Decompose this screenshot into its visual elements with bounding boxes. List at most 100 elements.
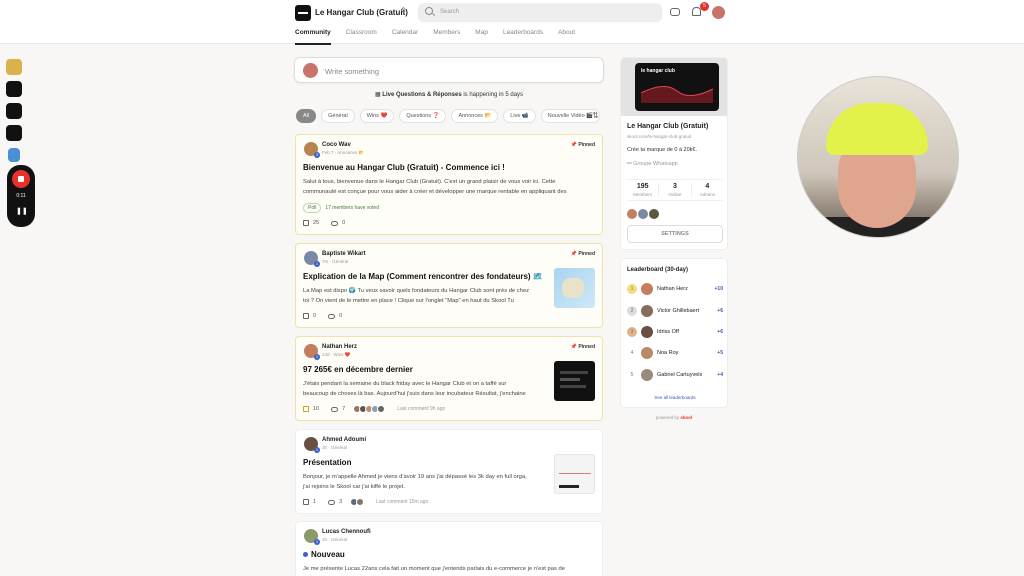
webcam-bubble[interactable] bbox=[797, 76, 959, 238]
post-title[interactable]: Bienvenue au Hangar Club (Gratuit) - Com… bbox=[303, 163, 505, 172]
filter-annonces[interactable]: Annonces 📂 bbox=[451, 109, 499, 123]
pinned-label: 📌 Pinned bbox=[571, 142, 595, 148]
post-card[interactable]: 1 Baptiste Wikart 7m · Général 📌 Pinned … bbox=[295, 243, 603, 328]
post-card[interactable]: 3 Coco Wav Feb 7 · Annonces 📂 📌 Pinned B… bbox=[295, 134, 603, 235]
stop-record-button[interactable] bbox=[12, 170, 30, 188]
leader-name: Gabriel Cartuyvels bbox=[657, 372, 703, 378]
settings-button[interactable]: SETTINGS bbox=[627, 225, 723, 243]
stat-online[interactable]: 3 Online bbox=[659, 183, 692, 197]
filter-wins[interactable]: Wins ❤️ bbox=[359, 109, 395, 123]
new-dot-icon bbox=[303, 552, 308, 557]
post-thumbnail-dashboard[interactable] bbox=[554, 361, 595, 401]
tab-leaderboards[interactable]: Leaderboards bbox=[503, 29, 543, 45]
post-thumbnail-chart[interactable] bbox=[554, 454, 595, 494]
like-icon[interactable] bbox=[303, 220, 309, 226]
post-author[interactable]: Nathan Herz bbox=[322, 344, 357, 350]
avatar[interactable] bbox=[627, 209, 637, 219]
whatsapp-text: Groupe Whatsapp bbox=[633, 161, 678, 167]
post-author[interactable]: Baptiste Wikart bbox=[322, 251, 366, 257]
club-switcher-chevron-icon[interactable]: ⇕ bbox=[400, 6, 407, 15]
stat-label: Members bbox=[633, 192, 653, 197]
poll-row[interactable]: Poll 17 members have voted bbox=[303, 203, 379, 213]
comment-icon[interactable] bbox=[328, 313, 336, 319]
post-actions: 10 7 Last comment 9h ago bbox=[303, 405, 445, 413]
leaderboard-row[interactable]: 1 Nathan Herz +10 bbox=[627, 283, 723, 295]
like-icon[interactable] bbox=[303, 313, 309, 319]
post-author[interactable]: Coco Wav bbox=[322, 142, 351, 148]
post-author[interactable]: Lucas Chennoufi bbox=[322, 529, 371, 535]
avatar bbox=[641, 369, 653, 381]
tab-calendar[interactable]: Calendar bbox=[392, 29, 418, 45]
notification-badge: 5 bbox=[700, 2, 709, 11]
filter-questions[interactable]: Questions ❓ bbox=[399, 109, 447, 123]
filter-live[interactable]: Live 📹 bbox=[503, 109, 536, 123]
filter-all[interactable]: All bbox=[296, 109, 317, 123]
filter-settings-icon[interactable]: ⇅ bbox=[590, 110, 601, 121]
pause-icon[interactable]: ❚❚ bbox=[16, 207, 28, 217]
group-url[interactable]: skool.com/le-hangar-club-gratuit bbox=[627, 134, 691, 139]
club-name[interactable]: Le Hangar Club (Gratuit) bbox=[315, 8, 408, 17]
leaderboard-row[interactable]: 5 Gabriel Cartuyvels +4 bbox=[627, 369, 723, 381]
app-icon-1[interactable] bbox=[6, 59, 22, 75]
post-body-line: La Map est dispo 🌍 Tu veux savoir quels … bbox=[303, 288, 530, 294]
write-post-box[interactable]: Write something bbox=[294, 57, 604, 83]
search-input[interactable]: Search bbox=[418, 3, 662, 22]
group-banner[interactable]: le hangar club bbox=[621, 58, 727, 116]
chat-icon[interactable] bbox=[670, 8, 680, 16]
stat-value: 3 bbox=[673, 183, 677, 190]
tab-classroom[interactable]: Classroom bbox=[346, 29, 377, 45]
like-icon[interactable] bbox=[303, 406, 309, 412]
whatsapp-link[interactable]: ⚯ Groupe Whatsapp bbox=[627, 161, 678, 167]
comment-icon[interactable] bbox=[331, 220, 339, 226]
comment-count: 0 bbox=[342, 220, 346, 226]
see-all-leaderboards-link[interactable]: See all leaderboards bbox=[621, 395, 729, 400]
post-title[interactable]: Explication de la Map (Comment rencontre… bbox=[303, 272, 543, 281]
tab-about[interactable]: About bbox=[558, 29, 575, 45]
user-avatar[interactable] bbox=[712, 6, 725, 19]
post-title[interactable]: 97 265€ en décembre dernier bbox=[303, 365, 413, 374]
app-icon-4[interactable] bbox=[8, 148, 20, 162]
filter-general[interactable]: Général bbox=[321, 109, 355, 123]
admin-avatars bbox=[627, 209, 660, 219]
comment-icon[interactable] bbox=[328, 499, 336, 505]
powered-prefix: powered by bbox=[655, 415, 681, 420]
avatar[interactable] bbox=[649, 209, 659, 219]
live-event-name: Live Questions & Réponses bbox=[382, 92, 462, 98]
app-icon-3[interactable] bbox=[6, 125, 22, 141]
post-card[interactable]: 1 Lucas Chennoufi 1h · Général Nouveau J… bbox=[295, 521, 603, 576]
avatar bbox=[641, 347, 653, 359]
post-thumbnail-map[interactable] bbox=[554, 268, 595, 308]
tab-community[interactable]: Community bbox=[295, 29, 331, 45]
pinned-text: Pinned bbox=[578, 344, 595, 350]
stat-admins[interactable]: 4 Admins bbox=[692, 183, 723, 197]
leader-name: Nathan Herz bbox=[657, 286, 688, 292]
leaderboard-row[interactable]: 2 Victor Ghillebaert +6 bbox=[627, 305, 723, 317]
leaderboard-row[interactable]: 4 Noa Roy +5 bbox=[627, 347, 723, 359]
post-body-line: J'étais pendant la semaine du black frid… bbox=[303, 381, 507, 387]
app-icon-hangar[interactable] bbox=[6, 81, 22, 97]
post-title[interactable]: Nouveau bbox=[303, 550, 345, 559]
avatar[interactable] bbox=[638, 209, 648, 219]
post-card[interactable]: 1 Nathan Herz 14d · Wins ❤️ 📌 Pinned 97 … bbox=[295, 336, 603, 421]
app-icon-2[interactable] bbox=[6, 103, 22, 119]
club-logo[interactable] bbox=[295, 5, 311, 21]
leaderboard-row[interactable]: 3 Idriss Off +6 bbox=[627, 326, 723, 338]
comment-icon[interactable] bbox=[331, 406, 339, 412]
group-stats: 195 Members 3 Online 4 Admins bbox=[627, 179, 723, 201]
commenter-avatar[interactable] bbox=[377, 405, 386, 413]
leader-points: +5 bbox=[717, 350, 723, 356]
post-author[interactable]: Ahmed Adoumi bbox=[322, 437, 366, 443]
commenter-avatar[interactable] bbox=[356, 498, 365, 506]
post-body: Salut à tous, bienvenue dans le Hangar C… bbox=[303, 177, 567, 197]
tab-members[interactable]: Members bbox=[433, 29, 460, 45]
post-card[interactable]: 1 Ahmed Adoumi 3h · Général Présentation… bbox=[295, 429, 603, 514]
post-title[interactable]: Présentation bbox=[303, 458, 351, 467]
like-icon[interactable] bbox=[303, 499, 309, 505]
skool-logo[interactable]: skool bbox=[680, 415, 692, 420]
stat-value: 195 bbox=[636, 183, 649, 190]
stat-members[interactable]: 195 Members bbox=[627, 183, 660, 197]
pinned-text: Pinned bbox=[578, 251, 595, 257]
tab-map[interactable]: Map bbox=[475, 29, 488, 45]
post-actions: 1 3 Last comment 15m ago bbox=[303, 498, 428, 506]
live-event-banner[interactable]: ▦ Live Questions & Réponses is happening… bbox=[294, 91, 604, 98]
